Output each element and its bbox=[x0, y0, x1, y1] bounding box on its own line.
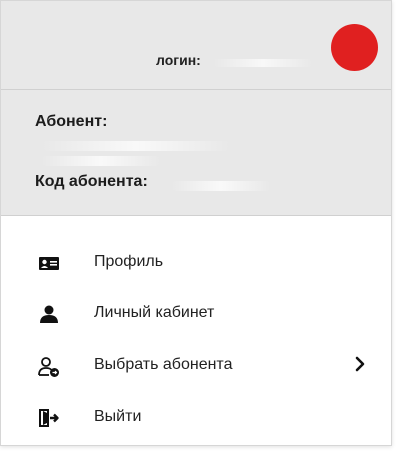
chevron-right-icon bbox=[354, 356, 366, 372]
menu-item-profile[interactable]: Профиль bbox=[1, 240, 391, 286]
login-value-redacted bbox=[213, 59, 313, 67]
menu-item-logout-label: Выйти bbox=[94, 408, 142, 425]
menu-item-logout[interactable]: Выйти bbox=[1, 395, 391, 441]
menu-item-select-subscriber-label: Выбрать абонента bbox=[94, 356, 233, 373]
menu-item-select-subscriber[interactable]: Выбрать абонента bbox=[1, 343, 391, 389]
id-card-icon bbox=[38, 253, 60, 273]
user-icon bbox=[38, 304, 60, 324]
subscriber-label: Абонент: bbox=[35, 113, 108, 130]
logout-icon bbox=[38, 408, 60, 428]
subscriber-value-redacted-2 bbox=[41, 156, 161, 166]
user-info-panel: логин: Абонент: Код абонента: bbox=[1, 1, 391, 216]
menu-item-profile-label: Профиль bbox=[94, 253, 164, 270]
avatar[interactable] bbox=[331, 24, 378, 71]
switch-user-icon bbox=[38, 356, 60, 377]
menu-item-personal-account[interactable]: Личный кабинет bbox=[1, 291, 391, 337]
login-label: логин: bbox=[156, 52, 201, 68]
login-row: логин: bbox=[1, 1, 391, 90]
subscriber-code-value-redacted bbox=[171, 181, 271, 191]
subscriber-value-redacted bbox=[41, 141, 231, 151]
page: логин: Абонент: Код абонента: Профиль Ли… bbox=[0, 0, 396, 456]
account-dropdown: логин: Абонент: Код абонента: Профиль Ли… bbox=[0, 0, 392, 446]
menu-item-personal-account-label: Личный кабинет bbox=[94, 304, 215, 321]
subscriber-code-label: Код абонента: bbox=[35, 173, 148, 190]
